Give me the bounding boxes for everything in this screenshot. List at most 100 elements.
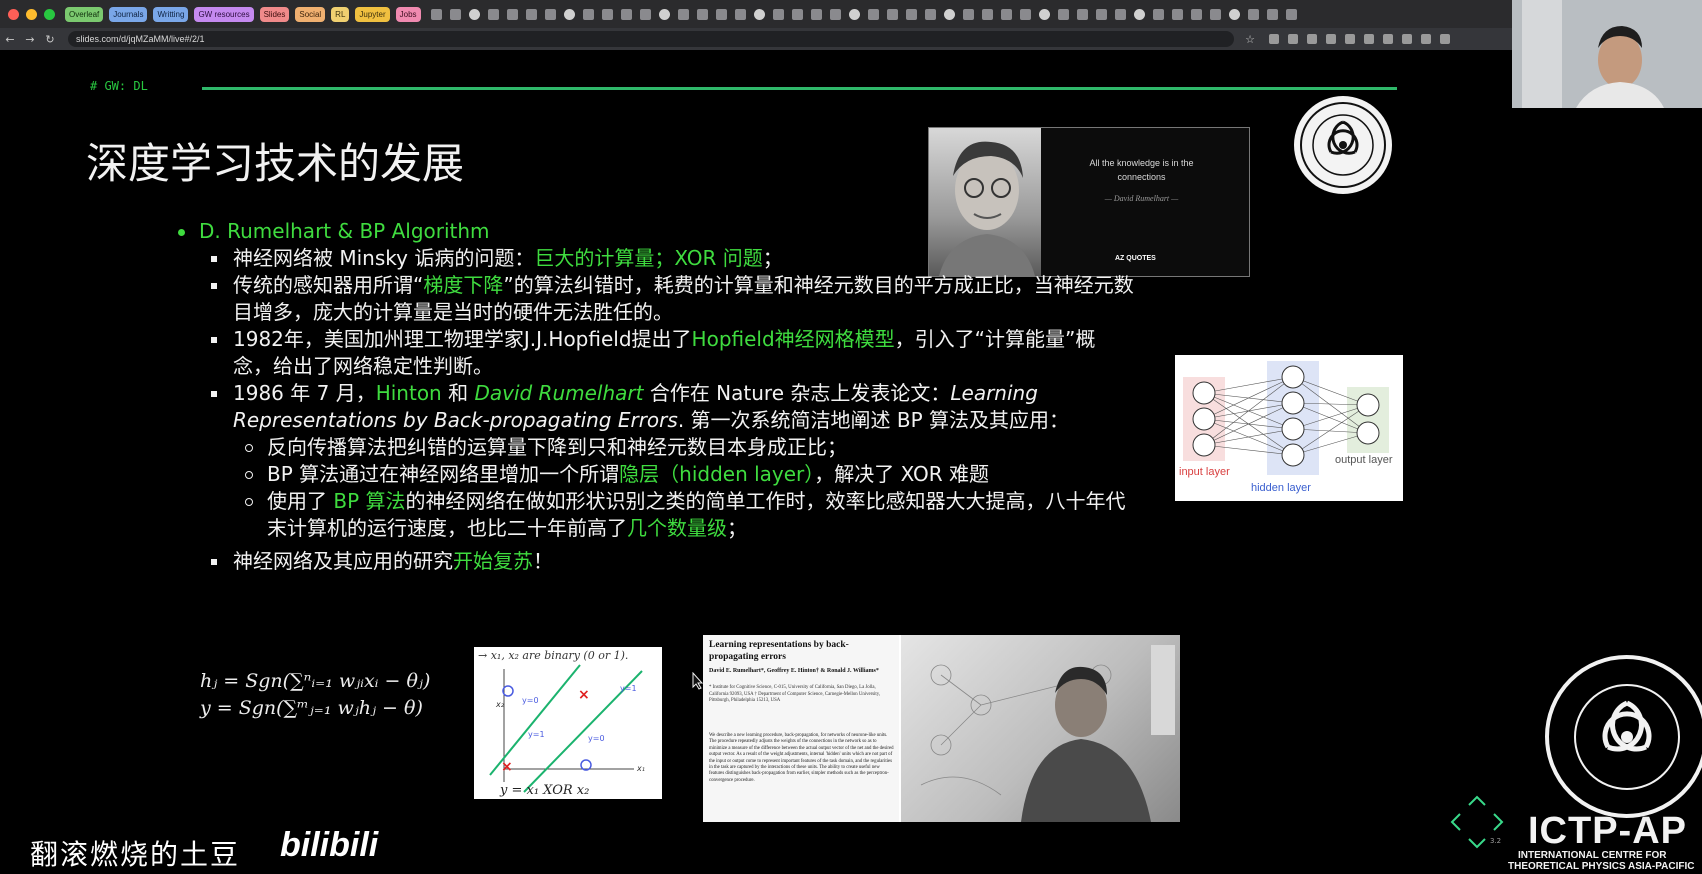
pinned-tab-favicon-icon[interactable] [1076,8,1088,20]
zoom-window-button[interactable] [44,8,55,20]
tab-group-jupyter[interactable]: Jupyter [355,6,390,22]
bullet-revival: 神经网络及其应用的研究开始复苏！ [175,548,1135,575]
pinned-tab-favicon-icon[interactable] [829,8,841,20]
pinned-tab-favicon-icon[interactable] [943,8,955,20]
pinned-tab-favicon-icon[interactable] [1000,8,1012,20]
sub-bullet-efficiency: 使用了 BP 算法的神经网络在做如形状识别之类的简单工作时，效率比感知器大大提高… [175,488,1135,542]
browser-extension-icon[interactable] [1345,34,1355,44]
tab-group-social[interactable]: Social [295,6,326,22]
pinned-tab-favicon-icon[interactable] [1266,8,1278,20]
pinned-tab-favicon-icon[interactable] [1133,8,1145,20]
reload-icon[interactable]: ↻ [40,33,60,46]
pinned-tab-favicon-icon[interactable] [924,8,936,20]
pinned-tab-favicon-icon[interactable] [487,8,499,20]
pinned-tab-favicon-icon[interactable] [905,8,917,20]
bullet-text: 使用了 [267,489,334,513]
pinned-tab-favicon-icon[interactable] [449,8,461,20]
close-window-button[interactable] [8,8,19,20]
input-layer-label: input layer [1179,466,1230,478]
bullet-text: 合作在 Nature 杂志上发表论文： [643,381,951,405]
forward-arrow-icon[interactable]: → [20,33,40,46]
pinned-tab-favicon-icon[interactable] [563,8,575,20]
pinned-tab-favicon-icon[interactable] [468,8,480,20]
tab-group-journals[interactable]: Journals [109,6,148,22]
pinned-tab-favicon-icon[interactable] [506,8,518,20]
pinned-tab-favicon-icon[interactable] [677,8,689,20]
browser-extension-icon[interactable] [1288,34,1298,44]
pinned-tab-favicon-icon[interactable] [1247,8,1259,20]
pinned-tab-favicon-icon[interactable] [734,8,746,20]
pinned-tab-favicon-icon[interactable] [525,8,537,20]
ictp-ap-subtitle-line2: THEORETICAL PHYSICS ASIA-PACIFIC [1508,861,1695,872]
pinned-tab-favicon-icon[interactable] [772,8,784,20]
pinned-tab-favicon-icon[interactable] [1190,8,1202,20]
pinned-tab-favicon-icon[interactable] [1114,8,1126,20]
browser-extension-icon[interactable] [1440,34,1450,44]
browser-extension-icon[interactable] [1364,34,1374,44]
tab-group-slides[interactable]: Slides [259,6,290,22]
tab-group-overleaf[interactable]: Overleaf [65,6,104,22]
tab-group-jobs[interactable]: Jobs [395,6,421,22]
pinned-tab-favicon-icon[interactable] [1038,8,1050,20]
pinned-tab-favicon-icon[interactable] [620,8,632,20]
nav-right-icon[interactable] [1493,813,1504,831]
slide-body: D. Rumelhart & BP Algorithm 神经网络被 Minsky… [175,218,1135,575]
nav-left-icon[interactable] [1450,813,1461,831]
minimize-window-button[interactable] [26,8,37,20]
pinned-tab-favicon-icon[interactable] [848,8,860,20]
pinned-tab-favicon-icon[interactable] [639,8,651,20]
tab-group-writting[interactable]: Writting [153,6,189,22]
pinned-tab-favicon-icon[interactable] [1152,8,1164,20]
pinned-tab-favicon-icon[interactable] [544,8,556,20]
tab-group-rl[interactable]: RL [331,6,350,22]
pinned-tab-favicon-icon[interactable] [1019,8,1031,20]
heading-text: D. Rumelhart & BP Algorithm [199,219,490,243]
pinned-tab-favicon-icon[interactable] [1209,8,1221,20]
pinned-tab-favicon-icon[interactable] [1095,8,1107,20]
browser-extension-icon[interactable] [1326,34,1336,44]
pinned-tab-favicon-icon[interactable] [715,8,727,20]
pinned-tab-favicon-icon[interactable] [962,8,974,20]
browser-extension-icon[interactable] [1269,34,1279,44]
browser-extension-icon[interactable] [1421,34,1431,44]
pinned-tab-favicon-icon[interactable] [1285,8,1297,20]
pinned-tab-favicon-icon[interactable] [1057,8,1069,20]
mouse-cursor-icon [692,671,704,694]
pinned-tab-favicon-icon[interactable] [810,8,822,20]
nav-down-icon[interactable] [1468,838,1486,849]
highlight-rumelhart: David Rumelhart [474,381,644,405]
paper-title: Learning representations by back-propaga… [709,640,849,662]
pinned-tab-favicon-icon[interactable] [791,8,803,20]
nav-up-icon[interactable] [1468,795,1486,806]
slide: # GW: DL 深度学习技术的发展 All the knowledge is … [0,50,1512,874]
ictp-ap-subtitle-line1: INTERNATIONAL CENTRE FOR [1518,850,1667,861]
pinned-tab-favicon-icon[interactable] [1228,8,1240,20]
bullet-text: 传统的感知器用所谓“ [233,273,424,297]
pinned-tab-favicon-icon[interactable] [753,8,765,20]
pinned-tab-favicon-icon[interactable] [886,8,898,20]
bookmark-tab-groups: Overleaf Journals Writting GW resources Slid… [65,6,427,22]
pinned-tab-favicon-icon[interactable] [696,8,708,20]
browser-extension-icon[interactable] [1402,34,1412,44]
pinned-tab-favicon-icon[interactable] [582,8,594,20]
pinned-tab-favicon-icon[interactable] [658,8,670,20]
bookmark-star-icon[interactable]: ☆ [1240,33,1260,46]
presenter-webcam-video [1512,0,1702,108]
pinned-tab-favicon-icon[interactable] [981,8,993,20]
pinned-tab-favicon-icon[interactable] [601,8,613,20]
bullet-text: 1982年，美国加州理工物理学家J.J.Hopfield提出了 [233,327,692,351]
pinned-tab-favicon-icon[interactable] [1171,8,1183,20]
tab-group-gw-resources[interactable]: GW resources [194,6,254,22]
x1-axis-label: x₁ [636,764,645,773]
highlight-text: 巨大的计算量；XOR 问题 [534,246,763,270]
browser-extension-icon[interactable] [1307,34,1317,44]
address-bar-row: ← → ↻ slides.com/d/jqMZaMM/live#/2/1 ☆ [0,28,1512,50]
slide-tag: # GW: DL [90,79,148,93]
url-field[interactable]: slides.com/d/jqMZaMM/live#/2/1 [68,31,1234,47]
pinned-tab-favicon-icon[interactable] [430,8,442,20]
back-arrow-icon[interactable]: ← [0,33,20,46]
pinned-tab-favicon-icon[interactable] [867,8,879,20]
browser-extension-icon[interactable] [1383,34,1393,44]
xor-y1-label: y=1 [528,730,545,739]
formula-hidden-unit: hⱼ = Sgn(∑ⁿᵢ₌₁ wⱼᵢxᵢ − θⱼ) [200,670,431,692]
